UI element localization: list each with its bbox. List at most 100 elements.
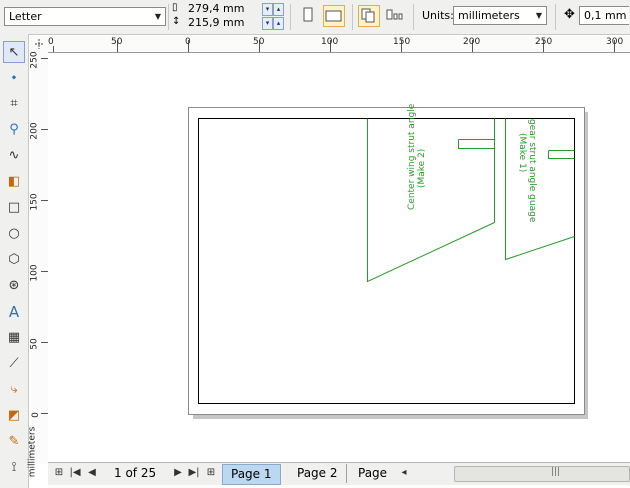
add-page-icon: ⊞ — [206, 467, 216, 478]
freehand-curve-icon: ∿ — [8, 148, 20, 163]
text-tool-button[interactable]: A — [3, 301, 25, 323]
units-dropdown[interactable]: millimeters ▼ — [453, 6, 547, 25]
rectangle-tool-button[interactable]: □ — [3, 197, 25, 219]
chevron-down-icon: ▼ — [154, 12, 162, 21]
height-spin-down-icon[interactable]: ▾ — [262, 17, 273, 30]
ruler-label: 0 — [48, 37, 54, 47]
freehand-tool-button[interactable]: ∿ — [3, 145, 25, 167]
paper-size-value: Letter — [9, 10, 42, 23]
ruler-label: 50 — [111, 37, 123, 47]
units-label: Units: — [422, 9, 454, 22]
separator — [168, 4, 169, 30]
horizontal-scrollbar[interactable]: ||| — [454, 466, 630, 482]
scroll-left-button[interactable]: ◂ — [396, 465, 412, 481]
first-page-button[interactable]: |◀ — [67, 465, 83, 481]
ruler-label: 150 — [29, 193, 40, 211]
paper-size-dropdown[interactable]: Letter ▼ — [4, 7, 166, 26]
vertical-ruler[interactable]: 250 200 150 100 50 0 millimeters — [27, 51, 49, 477]
pick-tool-button[interactable]: ↖ — [3, 41, 25, 63]
scrollbar-grip-icon: ||| — [551, 467, 561, 477]
crop-tool-button[interactable]: ⌗ — [3, 93, 25, 115]
chevron-left-icon: ◂ — [401, 467, 407, 478]
label-line-1: gear strut angle guage — [527, 119, 537, 223]
text-a-icon: A — [8, 303, 20, 321]
eyedropper-tool-button[interactable]: ✎ — [3, 431, 25, 453]
eyedropper-icon: ✎ — [8, 434, 20, 449]
tab-page-3[interactable]: Page — [350, 464, 395, 483]
horizontal-ruler[interactable]: 0 50 0 50 100 150 200 250 300 — [48, 36, 630, 53]
tab-page-2[interactable]: Page 2 — [289, 464, 347, 483]
separator — [352, 4, 353, 30]
dimension-tool-button[interactable]: ⟋ — [3, 353, 25, 375]
table-tool-button[interactable]: ▦ — [3, 327, 25, 349]
separator — [290, 4, 291, 30]
add-page-before-button[interactable]: ⊞ — [51, 465, 67, 481]
ruler-label: 0 — [185, 37, 191, 47]
arrow-pointer-icon: ↖ — [8, 45, 20, 60]
previous-page-button[interactable]: ◀ — [84, 465, 100, 481]
ellipse-icon: ○ — [8, 226, 20, 241]
property-bar: Letter ▼ ▯ 279,4 mm ↕ 215,9 mm ▾ ▴ ▾ ▴ U… — [0, 0, 630, 35]
shape-node-icon: ⬩ — [11, 70, 17, 85]
next-page-button[interactable]: ▶ — [170, 465, 186, 481]
vertical-ruler-ticks — [41, 58, 48, 414]
width-spin-down-icon[interactable]: ▾ — [262, 3, 273, 16]
basic-shapes-tool-button[interactable]: ⊛ — [3, 275, 25, 297]
landscape-icon — [325, 10, 342, 22]
ruler-label: 250 — [535, 37, 553, 47]
add-page-after-button[interactable]: ⊞ — [203, 465, 219, 481]
separator — [413, 4, 414, 30]
shape-tool-button[interactable]: ⬩ — [3, 67, 25, 89]
last-page-button[interactable]: ▶| — [186, 465, 202, 481]
separator — [555, 4, 556, 30]
ruler-label: 150 — [393, 37, 411, 47]
nudge-distance-field[interactable]: 0,1 mm — [579, 6, 629, 25]
label-line-2: (Make 2) — [417, 148, 427, 188]
chevron-down-icon: ▼ — [535, 11, 543, 20]
tab-label: Page — [358, 466, 388, 480]
page-width-icon: ▯ — [172, 2, 178, 13]
portrait-button[interactable] — [298, 5, 320, 27]
tab-label: Page 1 — [231, 467, 272, 481]
smart-fill-tool-button[interactable]: ◧ — [3, 171, 25, 193]
height-spin-up-icon[interactable]: ▴ — [273, 17, 284, 30]
zoom-tool-button[interactable]: ⚲ — [3, 119, 25, 141]
page-counter[interactable]: 1 of 25 — [114, 466, 156, 480]
ellipse-tool-button[interactable]: ○ — [3, 223, 25, 245]
all-pages-button[interactable] — [358, 5, 380, 27]
page-height-field[interactable]: 215,9 mm — [188, 16, 244, 29]
canvas-drawing — [188, 107, 588, 419]
ruler-origin-icon — [35, 39, 44, 49]
landscape-button[interactable] — [323, 5, 345, 27]
ruler-label: 300 — [606, 37, 624, 47]
width-spin-up-icon[interactable]: ▴ — [273, 3, 284, 16]
outline-pen-tool-button[interactable]: ⟟ — [3, 457, 25, 479]
polygon-tool-button[interactable]: ⬡ — [3, 249, 25, 271]
current-page-button[interactable] — [385, 5, 407, 27]
ruler-label: 50 — [29, 338, 40, 350]
outline-pen-icon: ⟟ — [11, 460, 17, 475]
tab-label: Page 2 — [297, 466, 338, 480]
label-center-wing[interactable]: Center wing strut angle (Make 2) — [407, 104, 427, 276]
last-page-icon: ▶| — [188, 467, 200, 478]
polygon-icon: ⬡ — [8, 252, 20, 267]
basic-shapes-icon: ⊛ — [8, 278, 20, 293]
toolbox: ↖ ⬩ ⌗ ⚲ ∿ ◧ □ ○ ⬡ ⊛ A ▦ ⟋ ⤷ ◩ ✎ ⟟ — [0, 34, 29, 488]
tab-page-1[interactable]: Page 1 — [222, 464, 281, 485]
label-gear-strut[interactable]: gear strut angle guage (Make 1) — [518, 116, 540, 226]
ruler-units-caption: millimeters — [27, 426, 38, 478]
interactive-blend-tool-button[interactable]: ◩ — [3, 405, 25, 427]
units-value: millimeters — [458, 9, 520, 22]
ruler-label: 100 — [321, 37, 339, 47]
dimension-line-icon: ⟋ — [9, 356, 19, 371]
nudge-value: 0,1 mm — [584, 9, 627, 22]
crop-icon: ⌗ — [10, 96, 18, 111]
label-line-1: Center wing strut angle — [407, 103, 417, 210]
next-page-icon: ▶ — [174, 467, 182, 478]
page-width-field[interactable]: 279,4 mm — [188, 2, 244, 15]
ruler-label: 50 — [253, 37, 265, 47]
page-navigator: ⊞ |◀ ◀ 1 of 25 ▶ ▶| ⊞ Page 1 Page 2 Page… — [48, 462, 630, 485]
connector-tool-button[interactable]: ⤷ — [3, 379, 25, 401]
blend-icon: ◩ — [7, 408, 21, 423]
drawing-canvas[interactable]: Center wing strut angle (Make 2) gear st… — [48, 53, 630, 462]
